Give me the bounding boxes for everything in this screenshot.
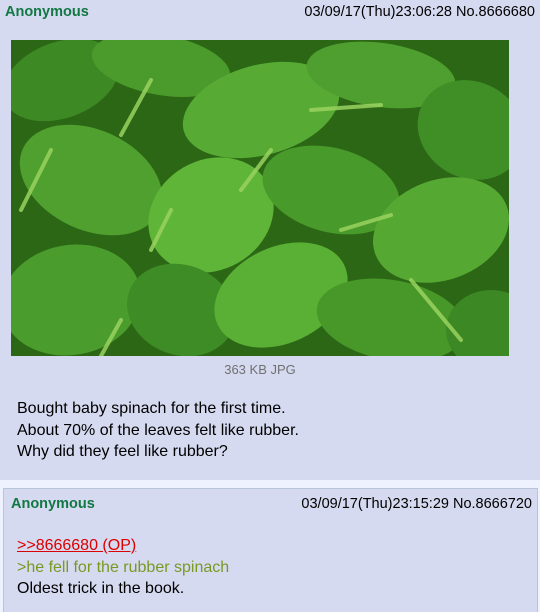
op-post-image[interactable]: [11, 40, 509, 356]
op-post-datetime: 03/09/17(Thu)23:06:28: [304, 4, 452, 20]
op-post-body: Bought baby spinach for the first time. …: [17, 398, 299, 463]
reply-post-line: Oldest trick in the book.: [17, 580, 185, 597]
reply-post-number[interactable]: No.8666720: [453, 496, 532, 512]
op-post-line: Why did they feel like rubber?: [17, 443, 228, 460]
op-post-line: Bought baby spinach for the first time.: [17, 400, 286, 417]
op-post-meta: 03/09/17(Thu)23:06:28 No.8666680: [304, 4, 535, 20]
greentext-line: >he fell for the rubber spinach: [17, 558, 230, 576]
spinach-leaves-photo: [11, 40, 509, 356]
reply-post-datetime: 03/09/17(Thu)23:15:29: [301, 496, 449, 512]
reply-post-body: >>8666680 (OP) >he fell for the rubber s…: [17, 535, 229, 600]
op-poster-name: Anonymous: [5, 4, 89, 20]
op-post: Anonymous 03/09/17(Thu)23:06:28 No.86666…: [0, 0, 540, 480]
reply-poster-name: Anonymous: [11, 496, 95, 512]
quote-link[interactable]: >>8666680 (OP): [17, 535, 229, 557]
op-post-line: About 70% of the leaves felt like rubber…: [17, 421, 299, 439]
op-post-number[interactable]: No.8666680: [456, 4, 535, 20]
op-file-info: 363 KB JPG: [224, 362, 296, 377]
reply-post-meta: 03/09/17(Thu)23:15:29 No.8666720: [301, 496, 532, 512]
reply-post: Anonymous 03/09/17(Thu)23:15:29 No.86667…: [3, 488, 538, 612]
